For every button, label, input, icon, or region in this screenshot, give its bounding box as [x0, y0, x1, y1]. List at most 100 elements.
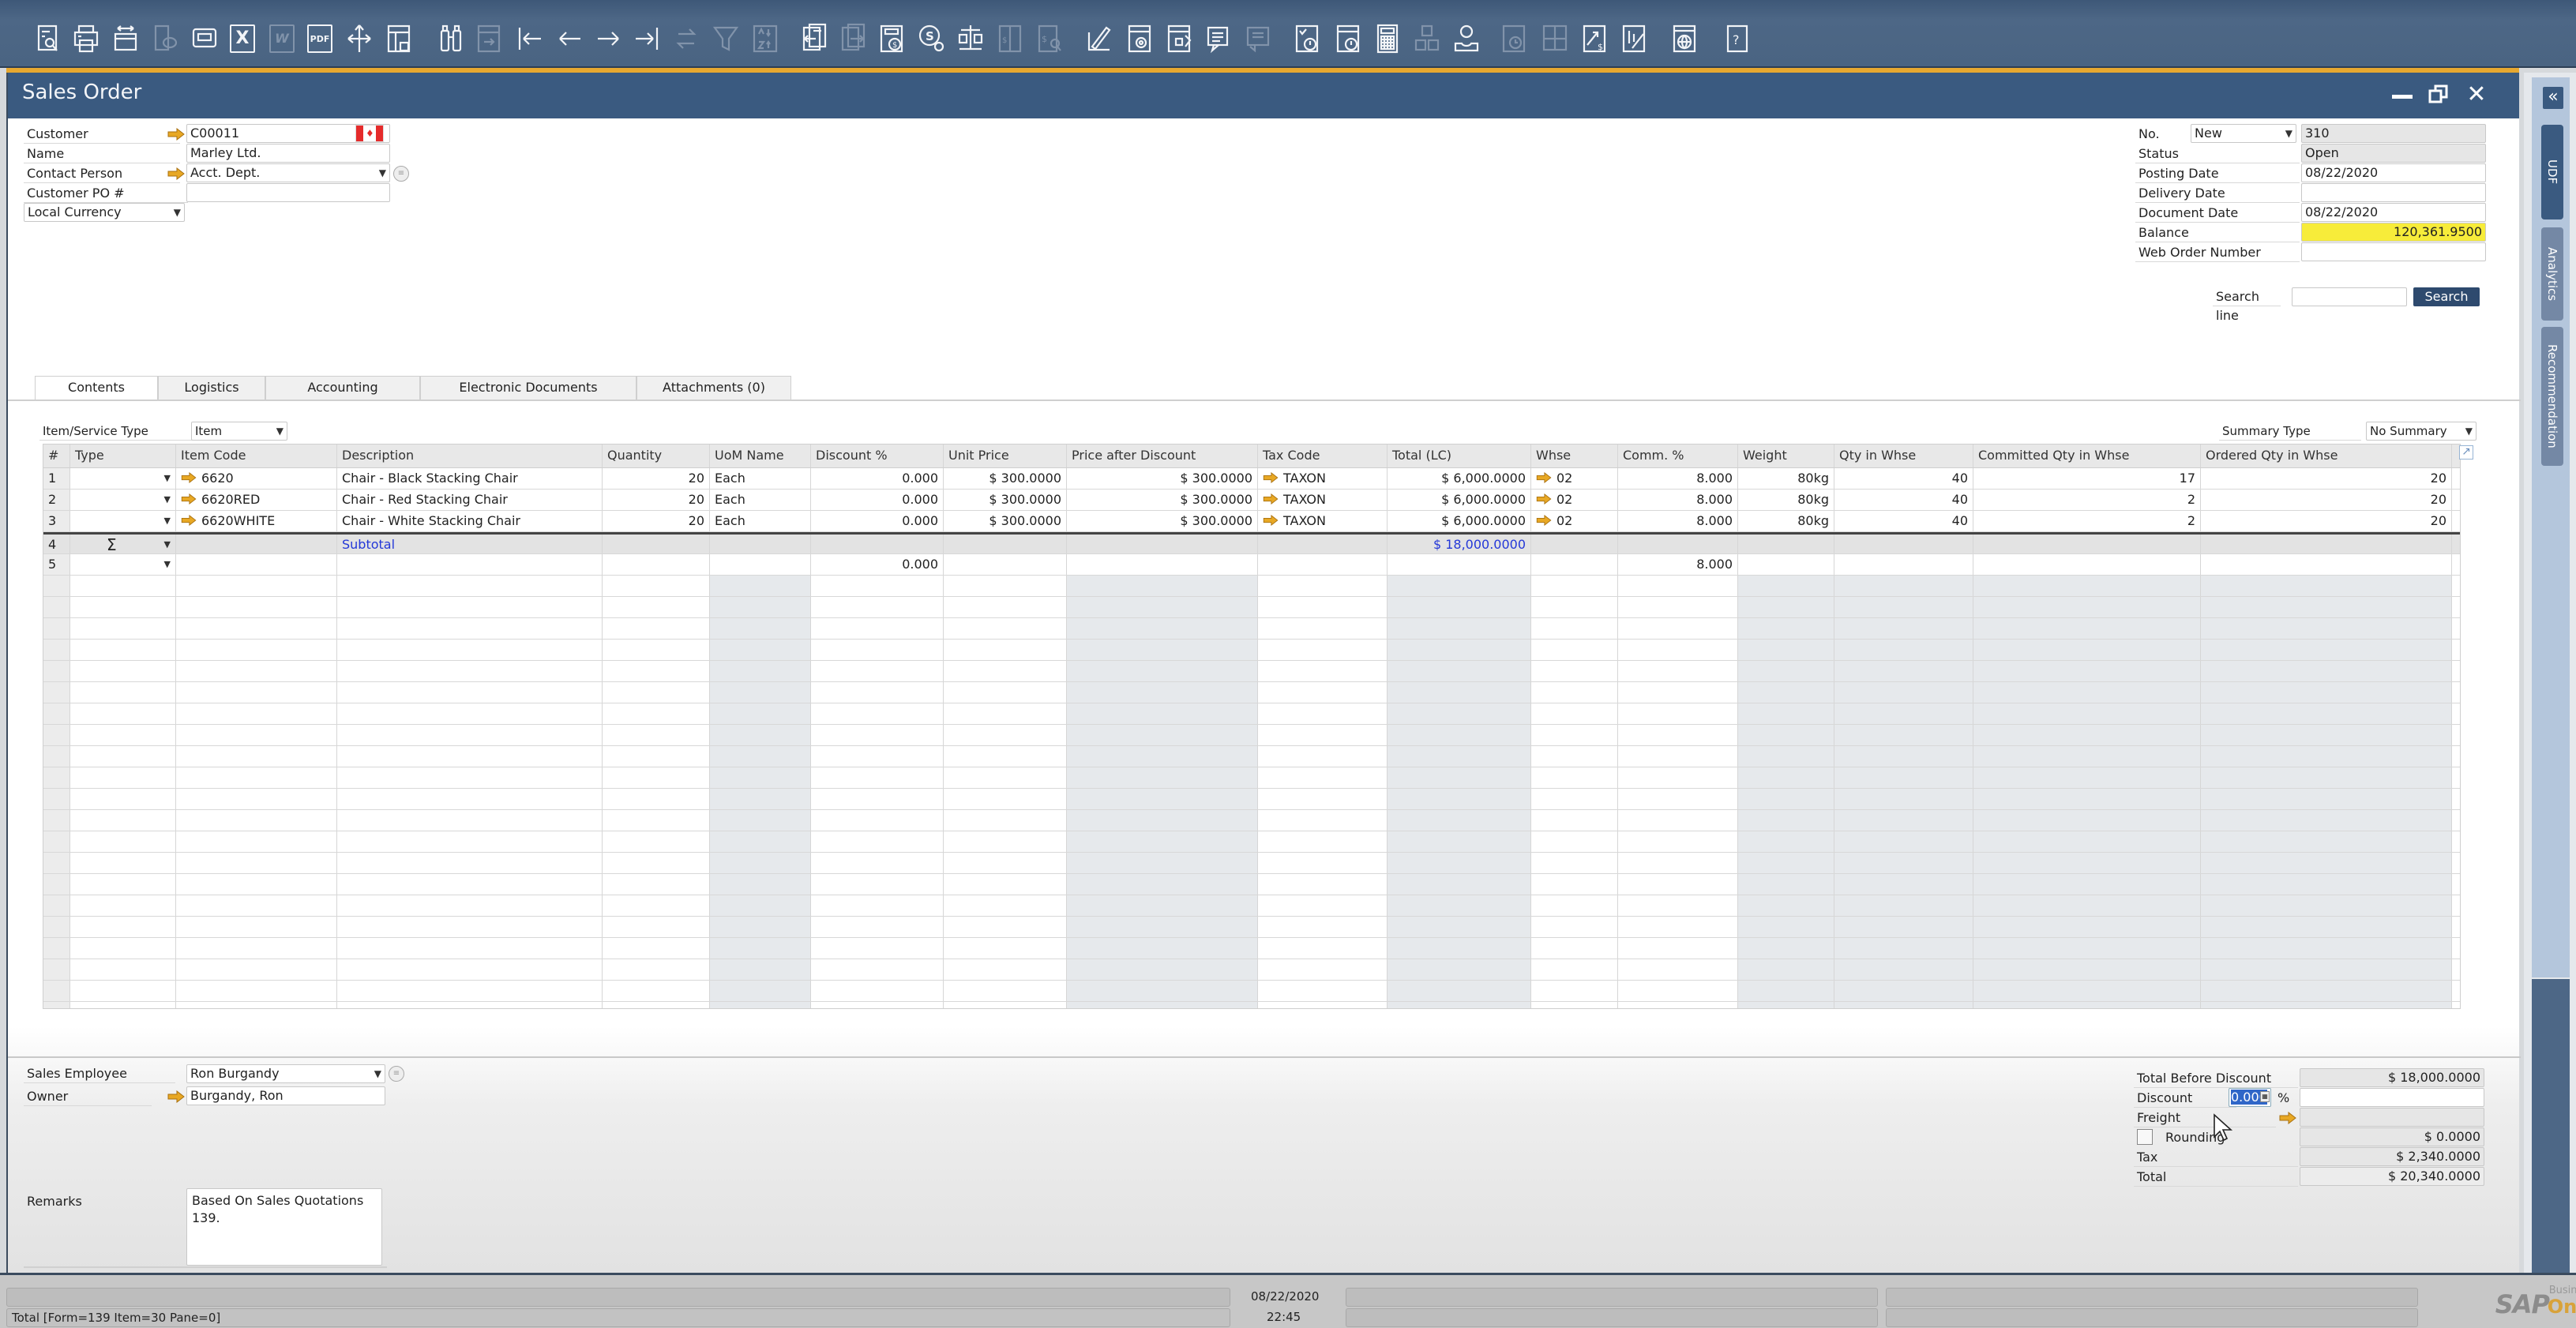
- cell-whse[interactable]: [1531, 554, 1618, 575]
- cell-total[interactable]: $ 6,000.0000: [1388, 468, 1531, 489]
- column-header-qty-whse[interactable]: Qty in Whse: [1834, 445, 1973, 467]
- cell-tax-code[interactable]: TAXON: [1258, 511, 1388, 531]
- form-settings-icon[interactable]: [1164, 22, 1194, 55]
- document-date-field[interactable]: 08/22/2020: [2301, 203, 2486, 222]
- calculator-icon[interactable]: [1372, 22, 1403, 55]
- cell-description[interactable]: Chair - White Stacking Chair: [337, 511, 603, 531]
- cell-whse[interactable]: [1531, 535, 1618, 553]
- table-row[interactable]: 3 ▼ 6620WHITE Chair - White Stacking Chair 2…: [43, 511, 2460, 532]
- type-dropdown-icon[interactable]: ▼: [164, 554, 171, 575]
- link-arrow-icon[interactable]: [181, 468, 197, 489]
- cell-qty-whse[interactable]: [1834, 535, 1973, 553]
- cell-description[interactable]: Chair - Red Stacking Chair: [337, 490, 603, 510]
- remarks-textarea[interactable]: Based On Sales Quotations 139.: [186, 1188, 382, 1266]
- cell-total[interactable]: $ 6,000.0000: [1388, 490, 1531, 510]
- cell-price-after[interactable]: [1067, 535, 1258, 553]
- cell-discount[interactable]: 0.000: [811, 468, 944, 489]
- column-header-unit-price[interactable]: Unit Price: [944, 445, 1067, 467]
- restore-button[interactable]: [2423, 79, 2454, 113]
- type-dropdown-icon[interactable]: ▼: [164, 490, 171, 510]
- cell-comm[interactable]: 8.000: [1618, 554, 1738, 575]
- column-header-item-code[interactable]: Item Code: [176, 445, 337, 467]
- cell-quantity[interactable]: 20: [603, 468, 710, 489]
- previous-record-icon[interactable]: [554, 22, 584, 55]
- cell-type[interactable]: ▼: [70, 468, 176, 489]
- table-row[interactable]: 2 ▼ 6620RED Chair - Red Stacking Chair 20 Eac…: [43, 490, 2460, 511]
- payment-means-icon[interactable]: $: [877, 22, 907, 55]
- cell-total[interactable]: $ 18,000.0000: [1388, 535, 1531, 553]
- cell-quantity[interactable]: [603, 535, 710, 553]
- link-arrow-icon[interactable]: [1536, 490, 1552, 510]
- freight-link-arrow-icon[interactable]: [2279, 1111, 2296, 1125]
- approval-icon[interactable]: [1292, 22, 1322, 55]
- type-dropdown-icon[interactable]: ▼: [164, 511, 171, 531]
- side-tab-analytics[interactable]: Analytics: [2541, 227, 2563, 321]
- cell-weight[interactable]: 80kg: [1738, 468, 1834, 489]
- item-type-dropdown[interactable]: Item ▼: [191, 422, 287, 441]
- sales-trend-icon[interactable]: $: [1579, 22, 1609, 55]
- cell-uom[interactable]: Each: [710, 490, 811, 510]
- cell-price-after[interactable]: [1067, 554, 1258, 575]
- delivery-date-field[interactable]: [2301, 183, 2486, 202]
- link-arrow-icon[interactable]: [1263, 490, 1279, 510]
- cell-weight[interactable]: [1738, 535, 1834, 553]
- employee-details-icon[interactable]: ≡: [389, 1066, 404, 1082]
- cell-committed[interactable]: [1973, 554, 2201, 575]
- user-icon[interactable]: [1451, 22, 1481, 55]
- contact-details-icon[interactable]: ≡: [393, 166, 409, 182]
- link-arrow-icon[interactable]: [1263, 468, 1279, 489]
- cell-discount[interactable]: 0.000: [811, 511, 944, 531]
- cell-comm[interactable]: 8.000: [1618, 490, 1738, 510]
- summary-type-dropdown[interactable]: No Summary ▼: [2366, 422, 2476, 441]
- cell-item-code[interactable]: 6620WHITE: [176, 511, 337, 531]
- search-line-input[interactable]: [2292, 287, 2407, 306]
- customer-name-field[interactable]: Marley Ltd.: [186, 144, 390, 163]
- cell-unit-price[interactable]: $ 300.0000: [944, 511, 1067, 531]
- owner-link-arrow-icon[interactable]: [167, 1090, 185, 1104]
- cell-type[interactable]: Σ ▼: [70, 535, 176, 553]
- payment-search-icon[interactable]: S: [916, 22, 946, 55]
- column-header-weight[interactable]: Weight: [1738, 445, 1834, 467]
- column-header-price-after[interactable]: Price after Discount: [1067, 445, 1258, 467]
- edit-icon[interactable]: [1083, 22, 1113, 55]
- web-icon[interactable]: [1669, 22, 1699, 55]
- side-tab-udf[interactable]: UDF: [2541, 125, 2563, 219]
- subtotal-row[interactable]: 4 Σ ▼ Subtotal $ 18,000.0000: [43, 532, 2460, 554]
- cell-discount[interactable]: [811, 535, 944, 553]
- cell-uom[interactable]: Each: [710, 511, 811, 531]
- first-record-icon[interactable]: [515, 22, 545, 55]
- cell-total[interactable]: [1388, 554, 1531, 575]
- series-dropdown[interactable]: New ▼: [2191, 124, 2296, 143]
- posting-date-field[interactable]: 08/22/2020: [2301, 163, 2486, 182]
- cell-tax-code[interactable]: TAXON: [1258, 490, 1388, 510]
- cell-weight[interactable]: [1738, 554, 1834, 575]
- base-document-icon[interactable]: [799, 22, 829, 55]
- cell-type[interactable]: ▼: [70, 490, 176, 510]
- cell-uom[interactable]: Each: [710, 468, 811, 489]
- cell-description[interactable]: [337, 554, 603, 575]
- column-header-whse[interactable]: Whse: [1531, 445, 1618, 467]
- cell-discount[interactable]: 0.000: [811, 554, 944, 575]
- message-icon[interactable]: [1204, 22, 1234, 55]
- tab-electronic-documents[interactable]: Electronic Documents: [420, 376, 636, 400]
- cell-item-code[interactable]: 6620RED: [176, 490, 337, 510]
- table-row[interactable]: 5 ▼ 0.000 8.000: [43, 554, 2460, 576]
- minimize-button[interactable]: [2386, 76, 2418, 107]
- fit-window-icon[interactable]: [190, 22, 220, 55]
- collapse-side-panel-button[interactable]: «: [2543, 87, 2563, 109]
- cell-price-after[interactable]: $ 300.0000: [1067, 468, 1258, 489]
- column-header-ordered[interactable]: Ordered Qty in Whse: [2201, 445, 2452, 467]
- cell-qty-whse[interactable]: 40: [1834, 468, 1973, 489]
- lock-screen-icon[interactable]: [384, 22, 414, 55]
- column-header-committed[interactable]: Committed Qty in Whse: [1973, 445, 2201, 467]
- cell-unit-price[interactable]: [944, 554, 1067, 575]
- column-header-quantity[interactable]: Quantity: [603, 445, 710, 467]
- column-header-num[interactable]: #: [43, 445, 70, 467]
- cell-unit-price[interactable]: $ 300.0000: [944, 490, 1067, 510]
- cell-ordered[interactable]: [2201, 535, 2452, 553]
- cell-quantity[interactable]: 20: [603, 490, 710, 510]
- find-icon[interactable]: [436, 22, 466, 55]
- side-tab-recommendation[interactable]: Recommendation: [2541, 327, 2563, 466]
- next-record-icon[interactable]: [594, 22, 624, 55]
- cell-uom[interactable]: [710, 535, 811, 553]
